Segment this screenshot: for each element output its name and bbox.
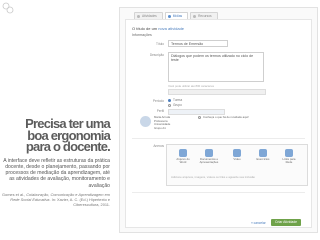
attach-exercises[interactable]: Exercícios [253, 149, 273, 161]
avatar [140, 116, 151, 127]
slide-body: A interface deve refletir as estruturas … [3, 157, 110, 189]
title-link[interactable]: nova atividade [158, 26, 184, 31]
description-hint: Você pode utilizar até 800 caracteres [168, 84, 215, 88]
attach-word[interactable]: Arquivo do Word [173, 149, 193, 165]
slide-heading: Precisa ter uma boa ergonomia para o doc… [0, 117, 111, 154]
attach-label: Exercícios [256, 157, 270, 161]
form-title: O título de um nova atividade [132, 26, 184, 31]
tab-icon [137, 14, 140, 18]
tab-icon [167, 14, 171, 18]
link-icon [285, 149, 293, 157]
create-activity-button[interactable]: Criar Atividade [271, 219, 302, 226]
activity-form: O título de um nova atividade Informaçõe… [125, 19, 312, 228]
description-field[interactable]: Diálogos que podem os termos utilizado n… [168, 52, 264, 82]
video-icon [233, 149, 241, 157]
cancel-link[interactable]: » cancelar [251, 221, 266, 225]
divider [132, 138, 305, 139]
period-label: Período [152, 99, 164, 103]
description-label: Descrição [149, 53, 164, 57]
radio-icon [168, 103, 171, 107]
tab-label: Recursos [198, 14, 212, 18]
exercises-icon [259, 149, 267, 157]
attach-label: Documentos e Apresentações [199, 157, 219, 165]
attach-video[interactable]: Vídeo [227, 149, 247, 161]
divider [132, 192, 305, 193]
documents-icon [205, 149, 213, 157]
title-prefix: O título de um [132, 26, 159, 31]
user-info: Maria Arruda Professora Universidade Gru… [154, 115, 170, 130]
tab-icon [193, 14, 197, 18]
attachments-hint: Adicione arquivos, imagens, vídeos ou li… [171, 175, 255, 179]
tab-label: Atividades [142, 14, 157, 18]
radio-label: Grupo [173, 103, 182, 107]
attachments-box: Arquivo do Word Documentos e Apresentaçõ… [166, 144, 308, 186]
radio-grupo[interactable]: Grupo [168, 103, 182, 107]
tab-label: Mídias [172, 14, 183, 18]
corner-logo-icon [2, 2, 14, 14]
side-note: Conheça o que há de novidade aqui! [203, 115, 249, 119]
section-info-heading: Informações [132, 33, 152, 37]
word-file-icon [179, 149, 187, 157]
attach-links[interactable]: Links para Rede [279, 149, 299, 165]
attach-label: Arquivo do Word [176, 157, 190, 165]
title-label: Título [156, 42, 164, 46]
citation-rest: . In: Xavier, A. C. (Ed.) Hipertexto e C… [49, 197, 110, 208]
attach-documents[interactable]: Documentos e Apresentações [199, 149, 219, 165]
attach-label: Vídeo [233, 157, 241, 161]
radio-icon [168, 98, 171, 102]
title-field[interactable]: Termos de Emersão [168, 40, 228, 47]
editor-toolbar[interactable] [168, 89, 266, 95]
slide-caption: Precisa ter uma boa ergonomia para o doc… [0, 117, 111, 208]
attach-label: Links para Rede [282, 157, 296, 165]
attachments-label: Anexos [153, 144, 164, 148]
app-screenshot: Atividades Mídias Recursos » veja todas … [119, 7, 318, 233]
slide-citation: Gomes et al., Colaboração, Comunicação e… [0, 192, 110, 208]
note-radio-icon[interactable] [198, 116, 201, 119]
radio-turma[interactable]: Turma [168, 98, 182, 102]
profile-label: Perfil [156, 109, 164, 113]
heading-line: para o docente. [25, 139, 111, 154]
radio-label: Turma [173, 98, 183, 102]
user-line: Grupo A1 [154, 125, 166, 130]
